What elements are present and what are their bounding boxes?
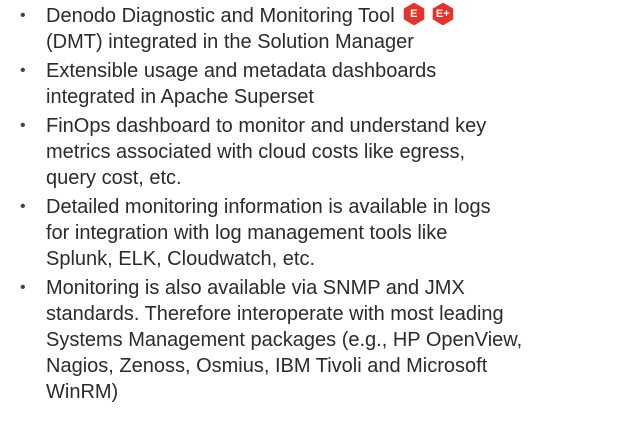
bullet-icon: • <box>20 279 26 296</box>
list-item-line: for integration with log management tool… <box>46 222 448 244</box>
bullet-icon: • <box>20 7 26 24</box>
feature-bullet-list: • Denodo Diagnostic and Monitoring Tool … <box>20 3 620 408</box>
list-item-line: metrics associated with cloud costs like… <box>46 141 466 163</box>
list-item-line: WinRM) <box>46 381 119 403</box>
enterprise-badge-icon: E <box>403 3 425 25</box>
list-item-line: Splunk, ELK, Cloudwatch, etc. <box>46 248 316 270</box>
list-item-line: Extensible usage and metadata dashboards <box>46 60 437 82</box>
edition-badges: E E+ <box>403 3 454 25</box>
enterprise-plus-badge-icon: E+ <box>432 3 454 25</box>
list-item-finops: • FinOps dashboard to monitor and unders… <box>20 113 620 191</box>
bullet-icon: • <box>20 117 26 134</box>
enterprise-plus-badge-label: E+ <box>435 8 450 20</box>
list-item-line: (DMT) integrated in the Solution Manager <box>46 31 414 53</box>
enterprise-badge-label: E <box>410 8 418 20</box>
list-item-line: query cost, etc. <box>46 167 182 189</box>
list-item-snmp-jmx: • Monitoring is also available via SNMP … <box>20 275 620 405</box>
list-item-line: FinOps dashboard to monitor and understa… <box>46 115 487 137</box>
list-item-line: Detailed monitoring information is avail… <box>46 196 491 218</box>
list-item-line: standards. Therefore interoperate with m… <box>46 303 504 325</box>
list-item-dmt: • Denodo Diagnostic and Monitoring Tool … <box>20 3 620 55</box>
list-item-line: Systems Management packages (e.g., HP Op… <box>46 329 523 351</box>
list-item-logs: • Detailed monitoring information is ava… <box>20 194 620 272</box>
list-item-line: Denodo Diagnostic and Monitoring Tool <box>46 5 395 27</box>
list-item-superset: • Extensible usage and metadata dashboar… <box>20 58 620 110</box>
list-item-line: Nagios, Zenoss, Osmius, IBM Tivoli and M… <box>46 355 488 377</box>
list-item-line: integrated in Apache Superset <box>46 86 314 108</box>
bullet-icon: • <box>20 198 26 215</box>
bullet-icon: • <box>20 62 26 79</box>
list-item-line: Monitoring is also available via SNMP an… <box>46 277 465 299</box>
